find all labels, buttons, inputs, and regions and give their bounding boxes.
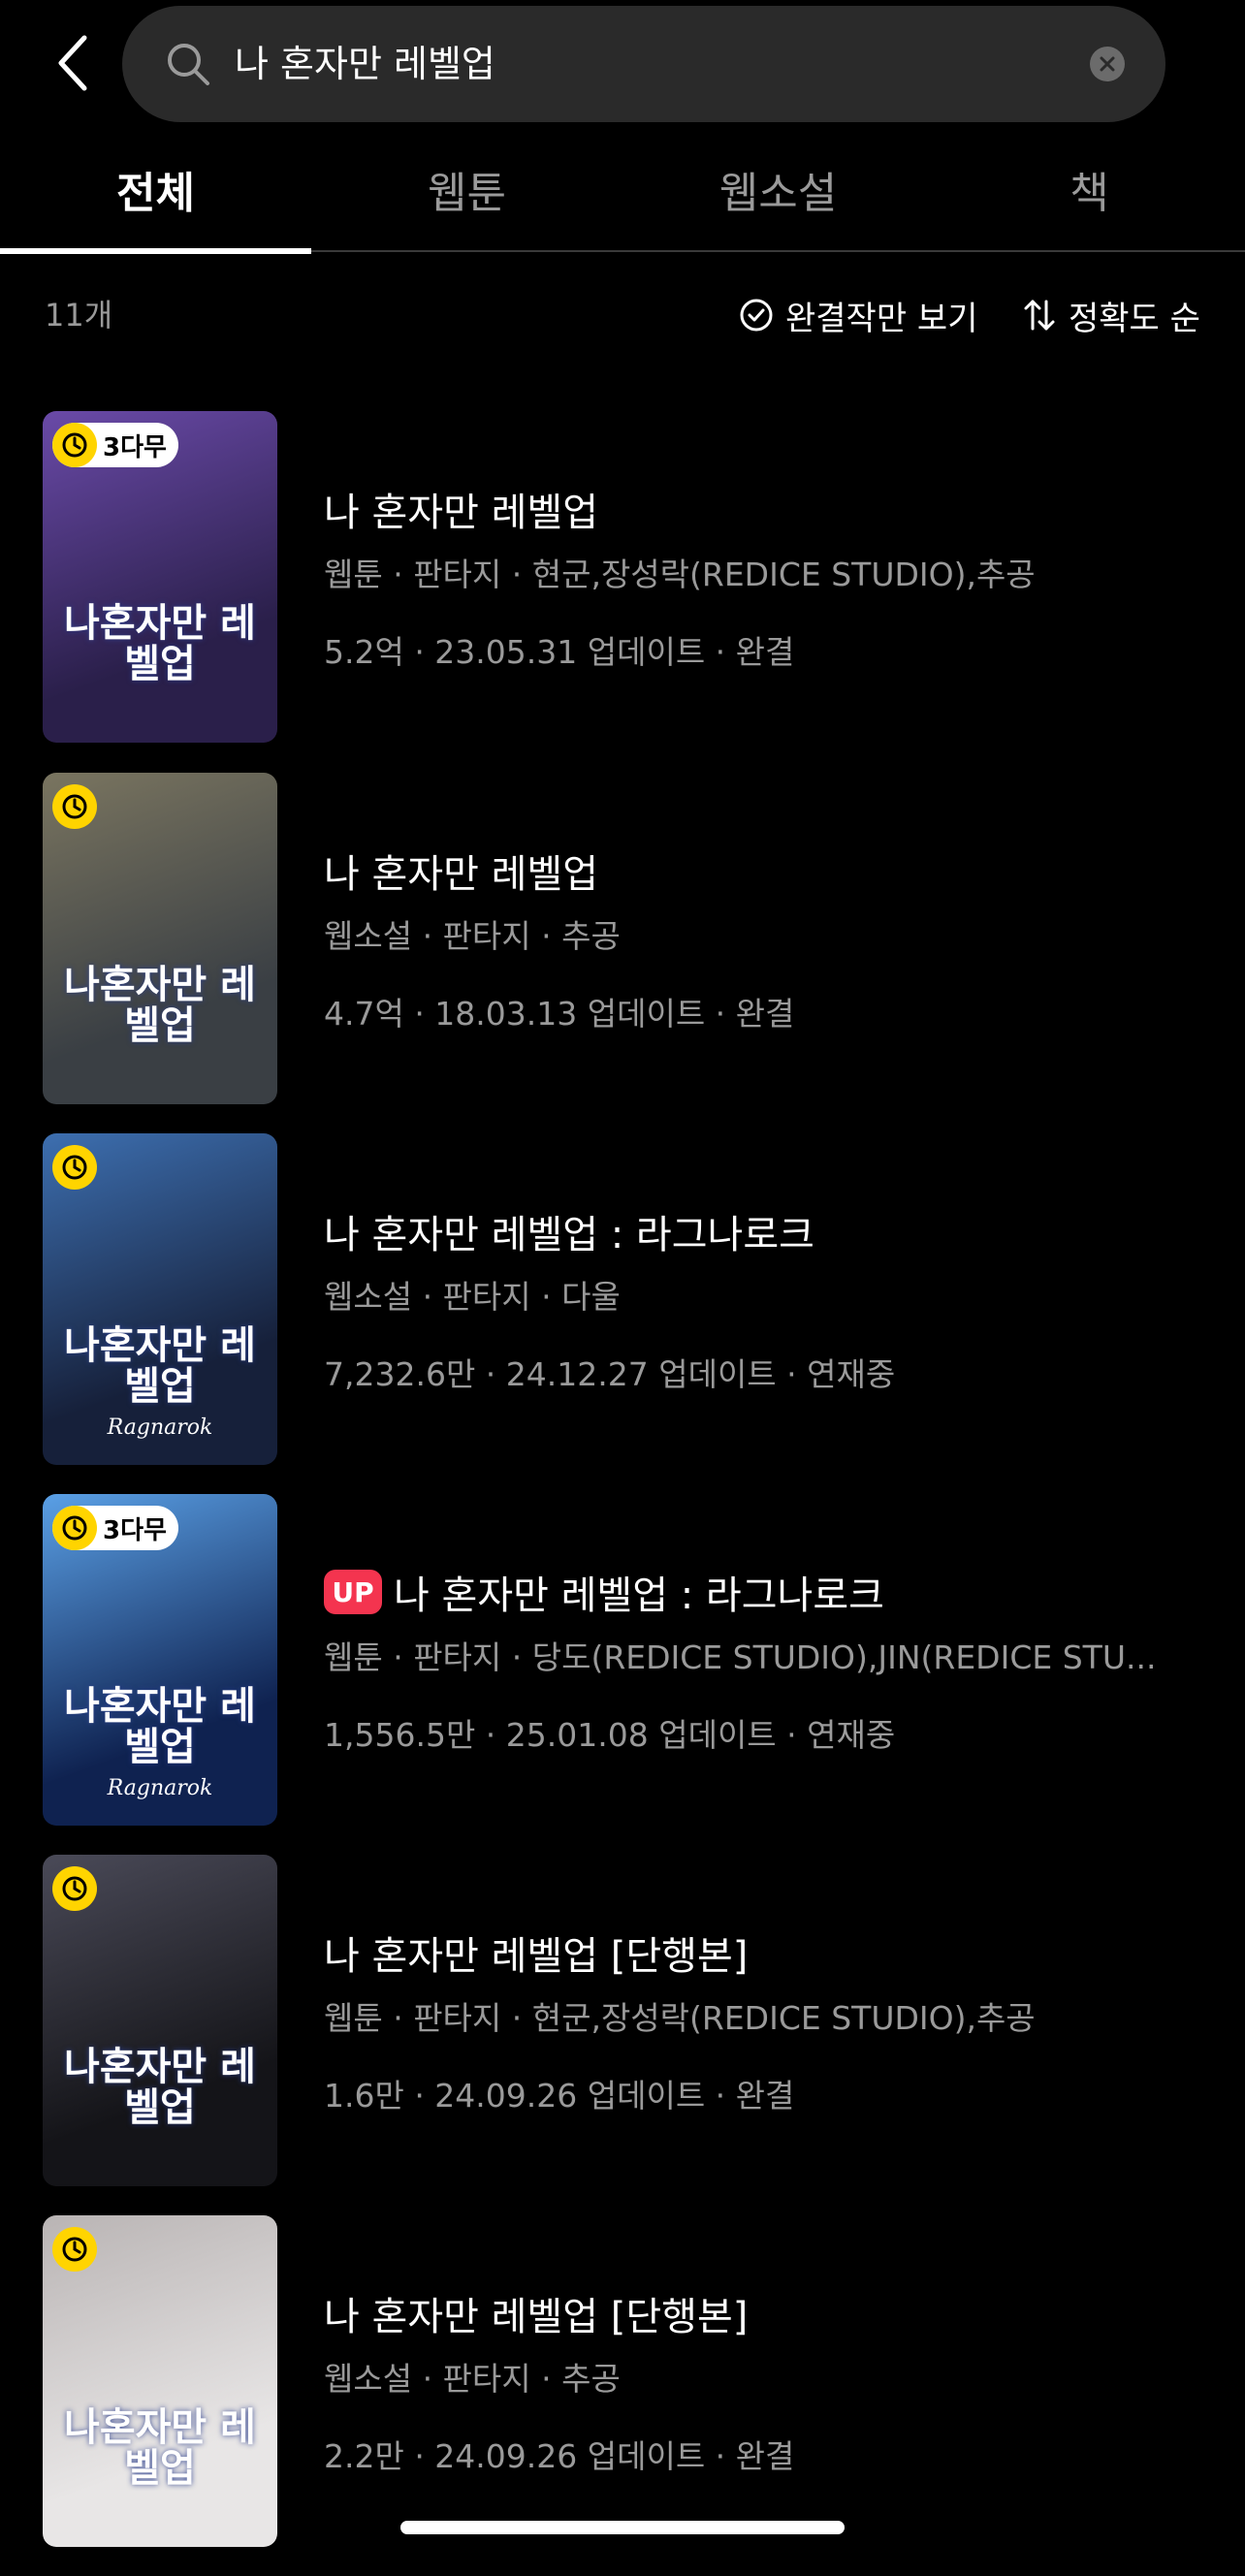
item-meta: 웹소설 · 판타지 · 추공 <box>324 2360 621 2398</box>
list-item[interactable]: 나혼자만 레벨업 3다무 나 혼자만 레벨업 웹툰 · 판타지 · 현군,장성락(RE… <box>0 411 1245 772</box>
tab-book[interactable]: 책 <box>934 126 1245 252</box>
complete-only-toggle[interactable]: 완결작만 보기 <box>739 252 978 378</box>
search-header: 나 혼자만 레벨업 <box>0 0 1245 126</box>
item-stats: 4.7억 · 18.03.13 업데이트 · 완결 <box>324 995 795 1033</box>
search-query[interactable]: 나 혼자만 레벨업 <box>235 6 495 122</box>
item-title-text: 나 혼자만 레벨업 <box>324 852 599 897</box>
item-title: 나 혼자만 레벨업 [단행본] <box>324 1924 748 1981</box>
item-title-text: 나 혼자만 레벨업 [단행본] <box>324 1934 749 1979</box>
tab-label: 웹툰 <box>428 169 506 218</box>
cover-thumbnail: 나혼자만 레벨업 <box>43 2215 277 2547</box>
clock-icon <box>52 1145 97 1190</box>
result-count: 11개 <box>45 297 113 334</box>
wait-free-badge <box>52 1145 97 1190</box>
item-title: 나 혼자만 레벨업 : 라그나로크 <box>324 1203 814 1259</box>
sort-label: 정확도 순 <box>1069 299 1200 338</box>
wait-free-badge <box>52 2227 97 2272</box>
cover-subtitle: Ragnarok <box>107 1776 213 1800</box>
clock-icon <box>52 1866 97 1911</box>
chevron-left-icon <box>58 35 87 91</box>
item-title: UP 나 혼자만 레벨업 : 라그나로크 <box>324 1564 884 1620</box>
category-tabs: 전체 웹툰 웹소설 책 <box>0 126 1245 254</box>
badge-label: 3다무 <box>103 1515 167 1545</box>
cover-thumbnail: 나혼자만 레벨업 <box>43 773 277 1104</box>
clock-icon <box>52 1506 97 1550</box>
tab-label: 책 <box>1069 169 1109 218</box>
wait-free-badge: 3다무 <box>52 1506 178 1550</box>
home-indicator <box>400 2521 845 2534</box>
tab-webnovel[interactable]: 웹소설 <box>622 126 934 252</box>
item-meta: 웹툰 · 판타지 · 현군,장성락(REDICE STUDIO),추공 <box>324 1999 1036 2037</box>
item-stats: 7,232.6만 · 24.12.27 업데이트 · 연재중 <box>324 1355 896 1393</box>
item-title: 나 혼자만 레벨업 [단행본] <box>324 2285 748 2341</box>
item-meta: 웹소설 · 판타지 · 추공 <box>324 917 621 955</box>
item-meta: 웹툰 · 판타지 · 당도(REDICE STUDIO),JIN(REDICE … <box>324 1638 1157 1676</box>
list-item[interactable]: 나혼자만 레벨업 Ragnarok 3다무 UP 나 혼자만 레벨업 : 라그나로크웹툰… <box>0 1494 1245 1855</box>
item-stats: 1.6만 · 24.09.26 업데이트 · 완결 <box>324 2077 795 2115</box>
item-stats: 2.2만 · 24.09.26 업데이트 · 완결 <box>324 2437 795 2475</box>
wait-free-badge: 3다무 <box>52 423 178 467</box>
cover-thumbnail: 나혼자만 레벨업 3다무 <box>43 411 277 743</box>
sort-button[interactable]: 정확도 순 <box>1022 252 1200 378</box>
cover-title: 나혼자만 레벨업 <box>64 1322 256 1409</box>
cover-thumbnail: 나혼자만 레벨업 Ragnarok <box>43 1133 277 1465</box>
item-title-text: 나 혼자만 레벨업 : 라그나로크 <box>394 1574 884 1618</box>
cover-title: 나혼자만 레벨업 <box>64 2044 256 2130</box>
search-input[interactable]: 나 혼자만 레벨업 <box>122 6 1165 122</box>
cover-thumbnail: 나혼자만 레벨업 <box>43 1855 277 2186</box>
tab-webtoon[interactable]: 웹툰 <box>311 126 622 252</box>
item-title: 나 혼자만 레벨업 <box>324 843 598 899</box>
list-item[interactable]: 나혼자만 레벨업 나 혼자만 레벨업웹소설 · 판타지 · 추공 4.7억 · 18… <box>0 773 1245 1133</box>
back-button[interactable] <box>47 29 99 97</box>
clock-icon <box>52 2227 97 2272</box>
close-circle-icon <box>1100 56 1115 72</box>
badge-label: 3다무 <box>103 432 167 462</box>
cover-title: 나혼자만 레벨업 <box>64 600 256 686</box>
item-stats: 1,556.5만 · 25.01.08 업데이트 · 연재중 <box>324 1716 896 1754</box>
up-badge: UP <box>324 1570 382 1614</box>
item-title: 나 혼자만 레벨업 <box>324 481 598 537</box>
tab-label: 웹소설 <box>718 169 838 218</box>
wait-free-badge <box>52 784 97 829</box>
item-title-text: 나 혼자만 레벨업 <box>324 491 599 535</box>
item-stats: 5.2억 · 23.05.31 업데이트 · 완결 <box>324 633 795 671</box>
cover-subtitle: Ragnarok <box>107 1415 213 1440</box>
search-icon <box>168 44 209 85</box>
item-title-text: 나 혼자만 레벨업 [단행본] <box>324 2295 749 2339</box>
item-title-text: 나 혼자만 레벨업 : 라그나로크 <box>324 1213 814 1257</box>
item-meta: 웹소설 · 판타지 · 다울 <box>324 1278 621 1316</box>
clear-search-button[interactable] <box>1090 47 1125 81</box>
cover-thumbnail: 나혼자만 레벨업 Ragnarok 3다무 <box>43 1494 277 1826</box>
clock-icon <box>52 784 97 829</box>
tab-label: 전체 <box>116 169 195 218</box>
cover-title: 나혼자만 레벨업 <box>64 1683 256 1769</box>
item-meta: 웹툰 · 판타지 · 현군,장성락(REDICE STUDIO),추공 <box>324 556 1036 593</box>
clock-icon <box>52 423 97 467</box>
tab-all[interactable]: 전체 <box>0 126 311 254</box>
wait-free-badge <box>52 1866 97 1911</box>
complete-only-label: 완결작만 보기 <box>785 299 978 338</box>
sort-arrows-icon <box>1024 300 1055 331</box>
list-item[interactable]: 나혼자만 레벨업 나 혼자만 레벨업 [단행본] 웹툰 · 판타지 · 현군,장성락… <box>0 1855 1245 2215</box>
filter-row: 11개 완결작만 보기 정확도 순 <box>0 252 1245 378</box>
check-circle-icon <box>740 299 773 332</box>
cover-title: 나혼자만 레벨업 <box>64 962 256 1048</box>
list-item[interactable]: 나혼자만 레벨업 Ragnarok 나 혼자만 레벨업 : 라그나로크웹소설 · 판… <box>0 1133 1245 1494</box>
cover-title: 나혼자만 레벨업 <box>64 2404 256 2491</box>
